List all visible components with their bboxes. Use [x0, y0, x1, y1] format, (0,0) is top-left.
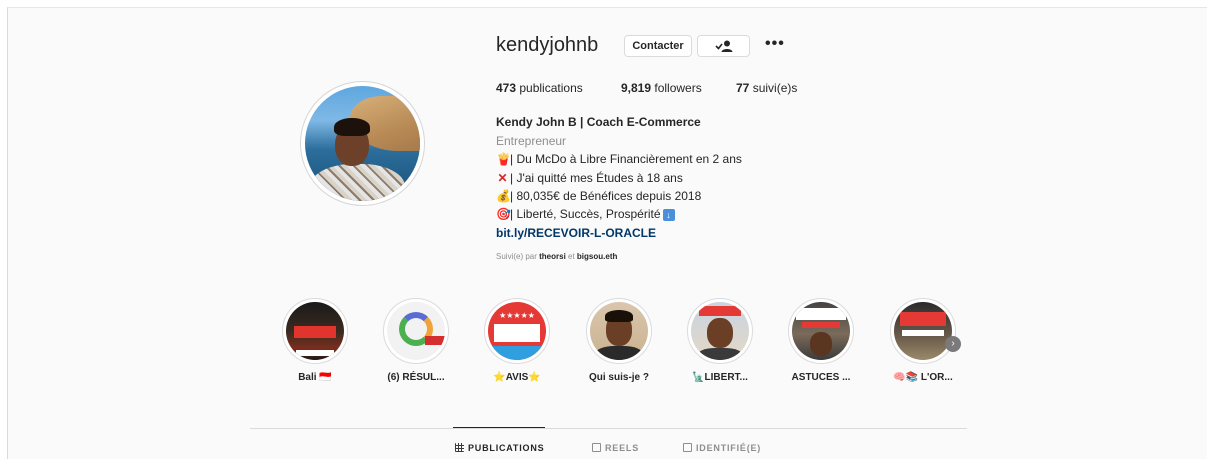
chevron-right-icon[interactable]: ›: [945, 336, 961, 352]
highlight-item[interactable]: (6) RÉSUL...: [376, 298, 456, 383]
followed-by: Suivi(e) par theorsi et bigsou.eth: [496, 252, 618, 261]
highlight-item[interactable]: 🗽LIBERT...: [680, 298, 760, 383]
more-options-icon[interactable]: •••: [765, 35, 785, 53]
target-icon: 🎯: [496, 207, 511, 221]
follower-link-theorsi[interactable]: theorsi: [539, 252, 566, 261]
posts-count: 473: [496, 81, 517, 95]
highlight-cover: [894, 302, 952, 360]
stat-posts: 473 publications: [496, 81, 583, 95]
tabs-divider: [250, 428, 967, 429]
bio-line-4: 🎯| Liberté, Succès, Prospérité ↓: [496, 207, 675, 221]
highlight-cover: [387, 302, 445, 360]
bio-line-1: 🍟| Du McDo à Libre Financièrement en 2 a…: [496, 152, 742, 166]
tab-publications[interactable]: PUBLICATIONS: [455, 443, 544, 453]
grid-icon: [455, 443, 464, 452]
highlight-item[interactable]: Qui suis-je ?: [579, 298, 659, 383]
stat-following[interactable]: 77 suivi(e)s: [736, 81, 797, 95]
money-bag-icon: 💰: [496, 189, 511, 203]
followers-count: 9,819: [621, 81, 652, 95]
down-arrow-icon: ↓: [662, 209, 675, 221]
followers-label: followers: [651, 81, 702, 95]
fries-emoji-icon: 🍟: [496, 152, 511, 166]
highlight-label: ⭐AVIS⭐: [493, 372, 541, 383]
stat-followers[interactable]: 9,819 followers: [621, 81, 702, 95]
follower-link-bigsou[interactable]: bigsou.eth: [577, 252, 617, 261]
reels-icon: [592, 443, 601, 452]
cross-mark-icon: ✕: [497, 171, 508, 185]
highlight-cover: [286, 302, 344, 360]
highlight-label: ASTUCES ...: [791, 372, 851, 383]
highlight-item[interactable]: ★★★★★ ⭐AVIS⭐: [477, 298, 557, 383]
highlight-cover: [691, 302, 749, 360]
highlight-label: (6) RÉSUL...: [387, 372, 445, 383]
highlight-label: 🧠📚 L'OR...: [893, 372, 953, 383]
highlight-label: Qui suis-je ?: [588, 372, 649, 383]
person-check-icon: [714, 40, 732, 52]
following-button[interactable]: [697, 35, 750, 57]
following-count: 77: [736, 81, 750, 95]
highlight-cover: [590, 302, 648, 360]
following-label: suivi(e)s: [749, 81, 798, 95]
avatar-image: [305, 86, 420, 201]
tagged-icon: [683, 443, 692, 452]
highlight-label: Bali 🇮🇩: [298, 372, 332, 383]
highlight-item[interactable]: ASTUCES ...: [781, 298, 861, 383]
bio-full-name: Kendy John B | Coach E-Commerce: [496, 115, 701, 129]
bio-link[interactable]: bit.ly/RECEVOIR-L-ORACLE: [496, 226, 656, 240]
highlight-item[interactable]: Bali 🇮🇩: [275, 298, 355, 383]
posts-label: publications: [516, 81, 583, 95]
highlight-cover: ★★★★★: [488, 302, 546, 360]
profile-avatar[interactable]: [300, 81, 425, 206]
highlight-label: 🗽LIBERT...: [692, 372, 748, 383]
bio-category: Entrepreneur: [496, 134, 567, 148]
tab-reels[interactable]: REELS: [592, 443, 639, 453]
bio-line-2: ✕ | J'ai quitté mes Études à 18 ans: [497, 171, 683, 185]
profile-username: kendyjohnb: [496, 34, 599, 56]
bio-line-3: 💰| 80,035€ de Bénéfices depuis 2018: [496, 189, 702, 203]
contact-button[interactable]: Contacter: [624, 35, 692, 57]
active-tab-indicator: [453, 427, 545, 428]
tab-tagged[interactable]: IDENTIFIÉ(E): [683, 443, 761, 453]
highlight-cover: [792, 302, 850, 360]
